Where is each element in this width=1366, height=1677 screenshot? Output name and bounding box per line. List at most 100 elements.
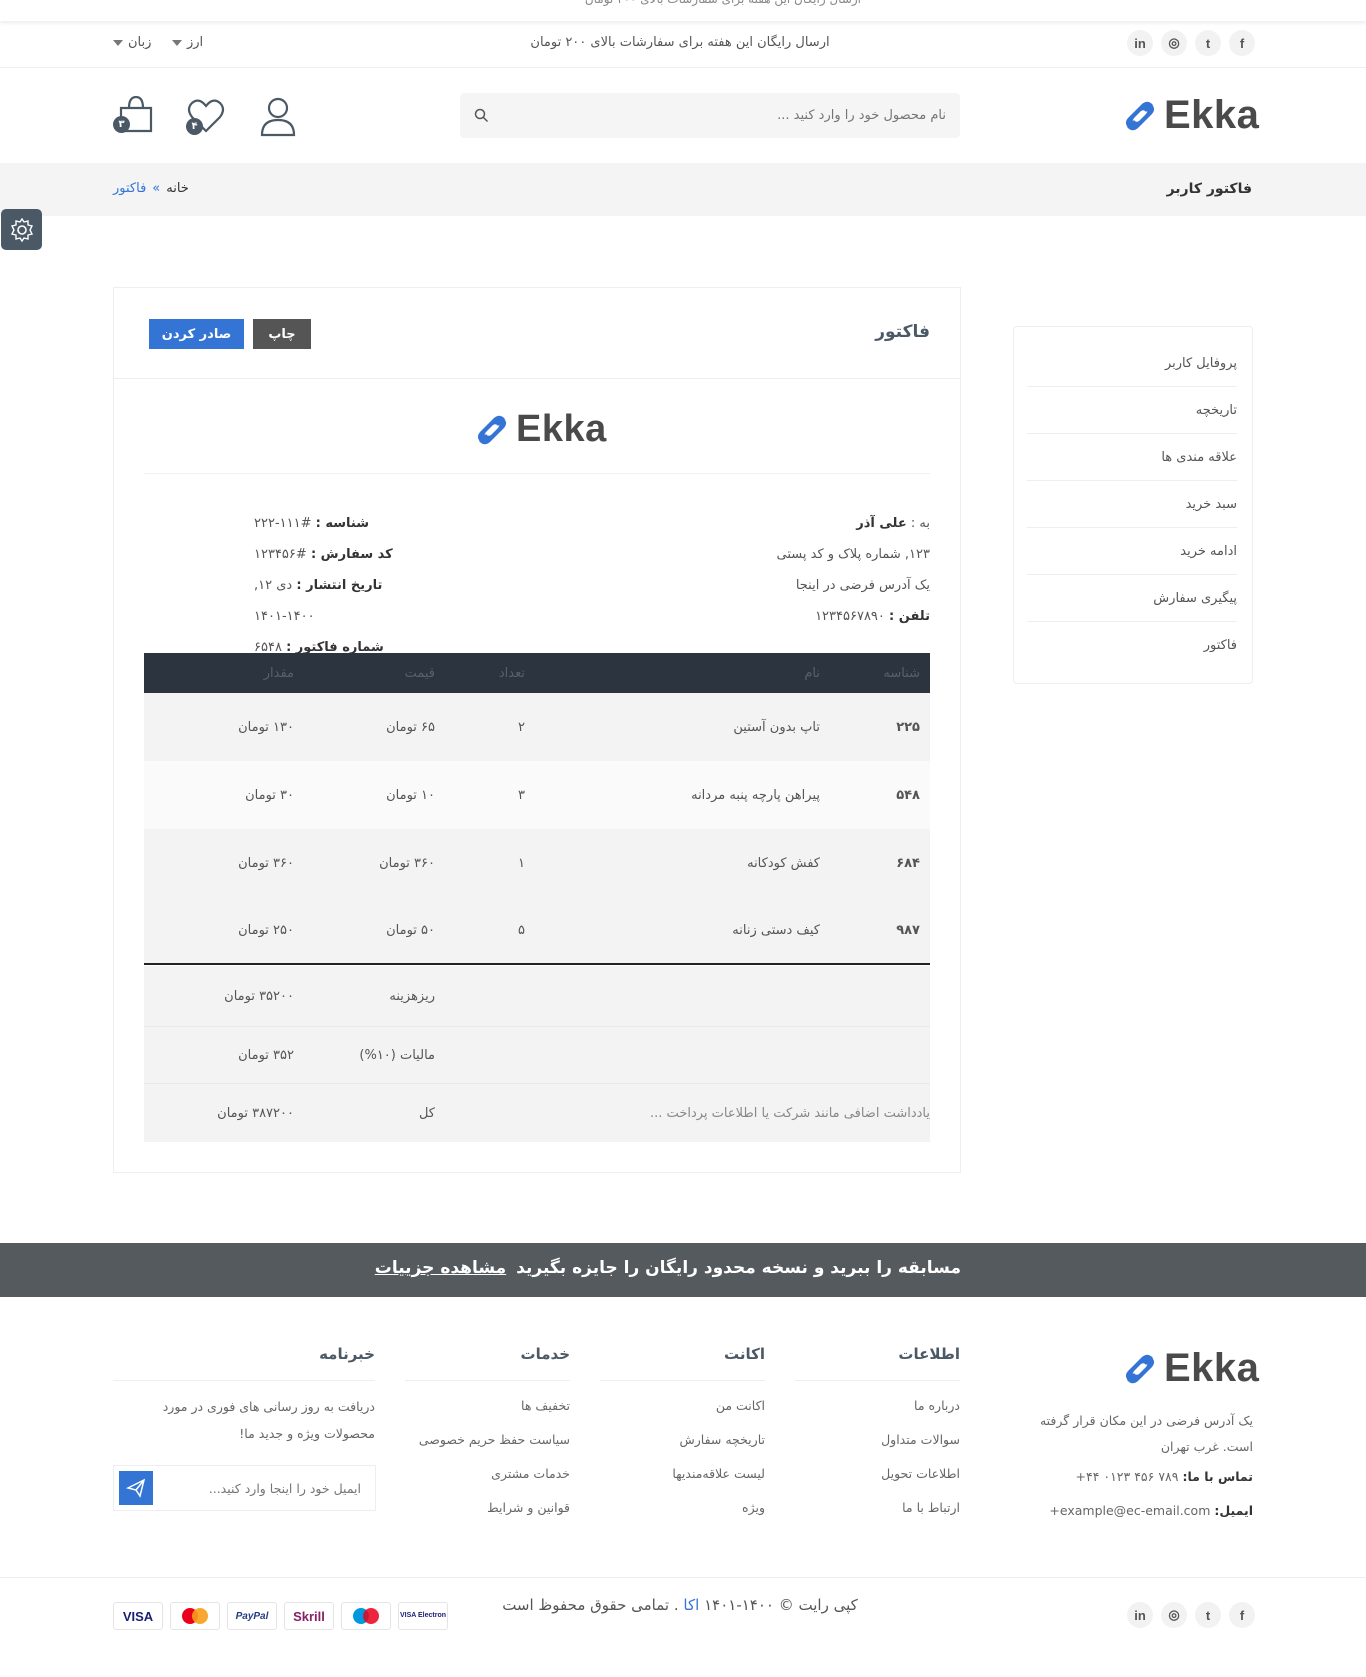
visa-icon: VISA (113, 1602, 163, 1630)
invoice-note: یادداشت اضافی مانند شرکت یا اطلاعات پردا… (650, 1105, 930, 1121)
footer-link[interactable]: خدمات مشتری (405, 1457, 570, 1491)
newsletter-text: دریافت به روز رسانی های فوری در مورد محص… (162, 1399, 375, 1441)
total-row: یادداشت اضافی مانند شرکت یا اطلاعات پردا… (144, 1084, 930, 1142)
table-header: شناسه نام تعداد قیمت مقدار (144, 653, 930, 693)
sidebar-item-cart[interactable]: سبد خرید (1027, 481, 1237, 528)
facebook-icon[interactable]: f (1229, 1602, 1255, 1628)
footer-link[interactable]: ویژه (600, 1491, 765, 1525)
total-value: ۳۸۷۲۰۰ تومان (217, 1105, 294, 1121)
invoice-recipient: به : علی آذر ۱۲۳, شماره پلاک و کد پستی ی… (630, 508, 930, 632)
subtotal-row: ریزهزینه ۳۵۲۰۰ تومان (144, 966, 930, 1027)
row-name: تاپ بدون آستین (733, 719, 820, 735)
footer-link[interactable]: سوالات متداول (795, 1423, 960, 1457)
footer-link[interactable]: قوانین و شرایط (405, 1491, 570, 1525)
promo-details-link[interactable]: مشاهده جزییات (375, 1258, 506, 1278)
breadcrumb: خانه » فاکتور (113, 181, 189, 196)
search-icon[interactable] (474, 108, 489, 123)
newsletter-form (113, 1465, 376, 1511)
language-dropdown[interactable]: زبان (113, 35, 151, 50)
invoice-meta: شناسه : #۱۱۱-۲۲۲ کد سفارش : #۱۲۳۴۵۶ تاری… (144, 508, 444, 663)
linkedin-icon[interactable]: in (1127, 1602, 1153, 1628)
site-logo[interactable]: Ekka (1120, 93, 1259, 138)
logo-text: Ekka (1164, 93, 1260, 137)
linkedin-icon[interactable]: in (1127, 30, 1153, 56)
footer-contact: تماس با ما: +۴۴ ۰۱۲۳ ۴۵۶ ۷۸۹ (1075, 1469, 1254, 1484)
export-button[interactable]: صادر کردن (149, 319, 244, 349)
breadcrumb-separator-icon: » (152, 181, 161, 196)
instagram-icon[interactable]: ◎ (1161, 1602, 1187, 1628)
col-amount: مقدار (263, 665, 294, 681)
footer-link[interactable]: اطلاعات تحویل (795, 1457, 960, 1491)
top-bar: in ◎ t f ارسال رایگان این هفته برای سفار… (0, 21, 1366, 68)
copyright-brand-link[interactable]: اکا (683, 1596, 699, 1614)
cart-count-badge: ۳ (113, 116, 130, 133)
search-input[interactable] (506, 93, 946, 138)
footer-col-services: خدمات تخفیف ها سیاست حفظ حریم خصوصی خدما… (405, 1345, 570, 1525)
twitter-icon[interactable]: t (1195, 30, 1221, 56)
row-qty: ۵ (518, 922, 525, 938)
invoice-logo: Ekka (472, 408, 607, 451)
footer-link[interactable]: لیست علاقه‌مندیها (600, 1457, 765, 1491)
footer-link[interactable]: تخفیف ها (405, 1389, 570, 1423)
footer-col-title: خدمات (405, 1345, 570, 1381)
breadcrumb-current: فاکتور (113, 181, 147, 196)
facebook-icon[interactable]: f (1229, 30, 1255, 56)
row-qty: ۱ (518, 855, 525, 871)
row-price: ۵۰ تومان (386, 922, 435, 938)
row-name: پیراهن پارچه پنبه مردانه (691, 787, 820, 803)
table-row: ۵۴۸ پیراهن پارچه پنبه مردانه ۳ ۱۰ تومان … (144, 761, 930, 829)
newsletter-email-input[interactable] (171, 1466, 361, 1510)
language-label: زبان (128, 35, 152, 50)
footer-link[interactable]: اکانت من (600, 1389, 765, 1423)
row-id: ۵۴۸ (896, 787, 920, 803)
cart-button[interactable]: ۳ (113, 94, 157, 138)
print-button[interactable]: چاپ (253, 319, 311, 349)
footer-link[interactable]: تاریخچه سفارش (600, 1423, 765, 1457)
row-amount: ۳۶۰ تومان (238, 855, 294, 871)
footer-link[interactable]: درباره ما (795, 1389, 960, 1423)
currency-dropdown[interactable]: ارز (172, 35, 203, 50)
sidebar-item-checkout[interactable]: ادامه خرید (1027, 528, 1237, 575)
footer-link[interactable]: ارتباط با ما (795, 1491, 960, 1525)
row-price: ۶۵ تومان (386, 719, 435, 735)
subtotal-label: ریزهزینه (389, 988, 435, 1004)
row-qty: ۳ (518, 787, 525, 803)
footer-logo-text: Ekka (1164, 1346, 1260, 1390)
twitter-icon[interactable]: t (1195, 1602, 1221, 1628)
footer-logo[interactable]: Ekka (1120, 1346, 1259, 1391)
table-row: ۹۸۷ کیف دستی زنانه ۵ ۵۰ تومان ۲۵۰ تومان (144, 897, 930, 965)
sidebar-item-profile[interactable]: پروفایل کاربر (1027, 340, 1237, 387)
recipient-address-2: یک آدرس فرضی در اینجا (795, 578, 930, 593)
newsletter-submit-button[interactable] (119, 1471, 153, 1505)
payment-methods: VISA PayPal Skrill VISA Electron (113, 1602, 448, 1630)
invoice-logo-text: Ekka (516, 408, 607, 450)
sticky-header-ghost: ارسال رایگان این هفته برای سفارشات بالای… (0, 0, 1366, 21)
wishlist-count-badge: ۴ (186, 118, 203, 135)
row-price: ۳۶۰ تومان (379, 855, 435, 871)
settings-toggle[interactable] (1, 209, 42, 250)
user-icon[interactable] (258, 95, 298, 139)
breadcrumb-home[interactable]: خانه (166, 181, 189, 196)
sidebar-item-track-order[interactable]: پیگیری سفارش (1027, 575, 1237, 622)
chevron-down-icon (172, 39, 182, 46)
sidebar-item-history[interactable]: تاریخچه (1027, 387, 1237, 434)
footer-link[interactable]: سیاست حفظ حریم خصوصی (405, 1423, 570, 1457)
instagram-icon[interactable]: ◎ (1161, 30, 1187, 56)
footer-col-account: اکانت اکانت من تاریخچه سفارش لیست علاقه‌… (600, 1345, 765, 1525)
sidebar-item-wishlist[interactable]: علاقه مندی ها (1027, 434, 1237, 481)
col-name: نام (804, 665, 820, 681)
table-row: ۲۲۵ تاپ بدون آستین ۲ ۶۵ تومان ۱۳۰ تومان (144, 693, 930, 761)
paypal-icon: PayPal (227, 1602, 277, 1630)
wishlist-button[interactable]: ۴ (186, 97, 230, 139)
footer-col-title: اکانت (600, 1345, 765, 1381)
visa-electron-icon: VISA Electron (398, 1602, 448, 1630)
footer-col-title: اطلاعات (795, 1345, 960, 1381)
recipient-line: به : علی آذر (856, 516, 930, 531)
footer-col-newsletter: خبرنامه دریافت به روز رسانی های فوری در … (113, 1345, 375, 1447)
header-social-links: in ◎ t f (1127, 30, 1255, 56)
maestro-icon (341, 1602, 391, 1630)
promo-banner: مسابقه را ببرید و نسخه محدود رایگان را ج… (0, 1243, 1366, 1297)
logo-mark-icon (1125, 1354, 1155, 1383)
sidebar-item-invoice[interactable]: فاکتور (1027, 622, 1237, 669)
copyright: کپی رایت © ۱۴۰۰-۱۴۰۱ اکا . تمامی حقوق مح… (502, 1596, 858, 1614)
